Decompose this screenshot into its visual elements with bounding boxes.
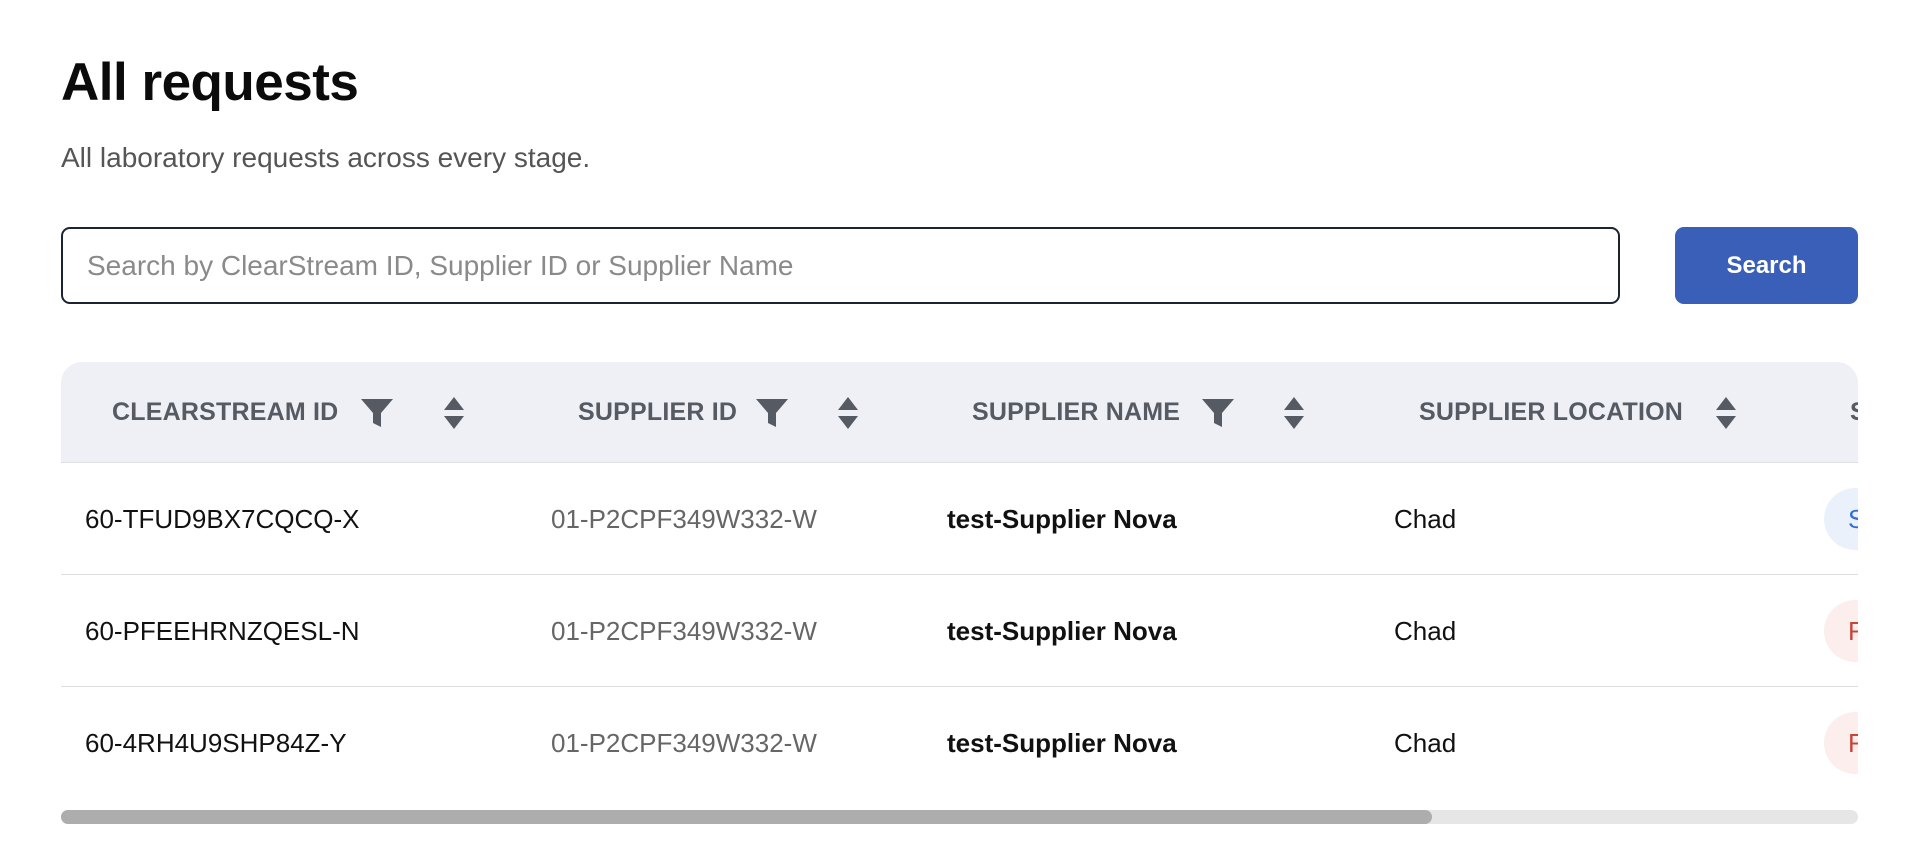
column-label: S [1850, 398, 1858, 427]
filter-icon[interactable] [1201, 362, 1235, 463]
column-label: CLEARSTREAM ID [112, 398, 339, 426]
page-title: All requests [61, 53, 359, 112]
column-header-supplier-id[interactable]: SUPPLIER ID [578, 362, 737, 463]
cell-supplier-id: 01-P2CPF349W332-W [551, 615, 817, 646]
cell-clearstream-id[interactable]: 60-PFEEHRNZQESL-N [85, 575, 360, 687]
column-label: SUPPLIER LOCATION [1419, 398, 1684, 426]
cell-supplier-name: test-Supplier Nova [947, 503, 1177, 534]
column-header-clearstream-id[interactable]: CLEARSTREAM ID [112, 362, 338, 463]
column-header-status[interactable]: S [1850, 362, 1858, 463]
status-badge: F [1824, 712, 1858, 774]
table-row[interactable]: 60-PFEEHRNZQESL-N 01-P2CPF349W332-W test… [61, 575, 1858, 687]
horizontal-scrollbar[interactable] [61, 810, 1858, 824]
filter-icon[interactable] [755, 362, 789, 463]
page-subtitle: All laboratory requests across every sta… [61, 142, 591, 173]
column-label: SUPPLIER ID [578, 398, 738, 426]
page: All requests All laboratory requests acr… [61, 0, 1858, 850]
requests-table: CLEARSTREAM ID SUPPLIER ID SUPPLIER NAME [61, 362, 1858, 798]
cell-supplier-id: 01-P2CPF349W332-W [551, 503, 817, 534]
sort-icon[interactable] [1283, 362, 1305, 463]
cell-supplier-id: 01-P2CPF349W332-W [551, 727, 817, 758]
status-badge: F [1824, 600, 1858, 662]
sort-icon[interactable] [1715, 362, 1737, 463]
sort-icon[interactable] [837, 362, 859, 463]
column-header-supplier-location[interactable]: SUPPLIER LOCATION [1419, 362, 1683, 463]
cell-supplier-name: test-Supplier Nova [947, 727, 1177, 758]
cell-supplier-location: Chad [1394, 615, 1457, 646]
scrollbar-thumb[interactable] [61, 810, 1433, 824]
table-header: CLEARSTREAM ID SUPPLIER ID SUPPLIER NAME [61, 362, 1858, 463]
sort-icon[interactable] [443, 362, 465, 463]
column-label: SUPPLIER NAME [972, 398, 1181, 426]
column-header-supplier-name[interactable]: SUPPLIER NAME [972, 362, 1180, 463]
cell-supplier-name: test-Supplier Nova [947, 615, 1177, 646]
table-row[interactable]: 60-TFUD9BX7CQCQ-X 01-P2CPF349W332-W test… [61, 463, 1858, 575]
table-row[interactable]: 60-4RH4U9SHP84Z-Y 01-P2CPF349W332-W test… [61, 687, 1858, 798]
search-input[interactable] [61, 227, 1620, 304]
cell-clearstream-id[interactable]: 60-TFUD9BX7CQCQ-X [85, 463, 360, 575]
cell-clearstream-id[interactable]: 60-4RH4U9SHP84Z-Y [85, 687, 347, 798]
status-badge: S [1824, 488, 1858, 550]
search-button[interactable]: Search [1675, 227, 1858, 304]
cell-supplier-location: Chad [1394, 503, 1457, 534]
cell-supplier-location: Chad [1394, 727, 1457, 758]
filter-icon[interactable] [360, 362, 394, 463]
